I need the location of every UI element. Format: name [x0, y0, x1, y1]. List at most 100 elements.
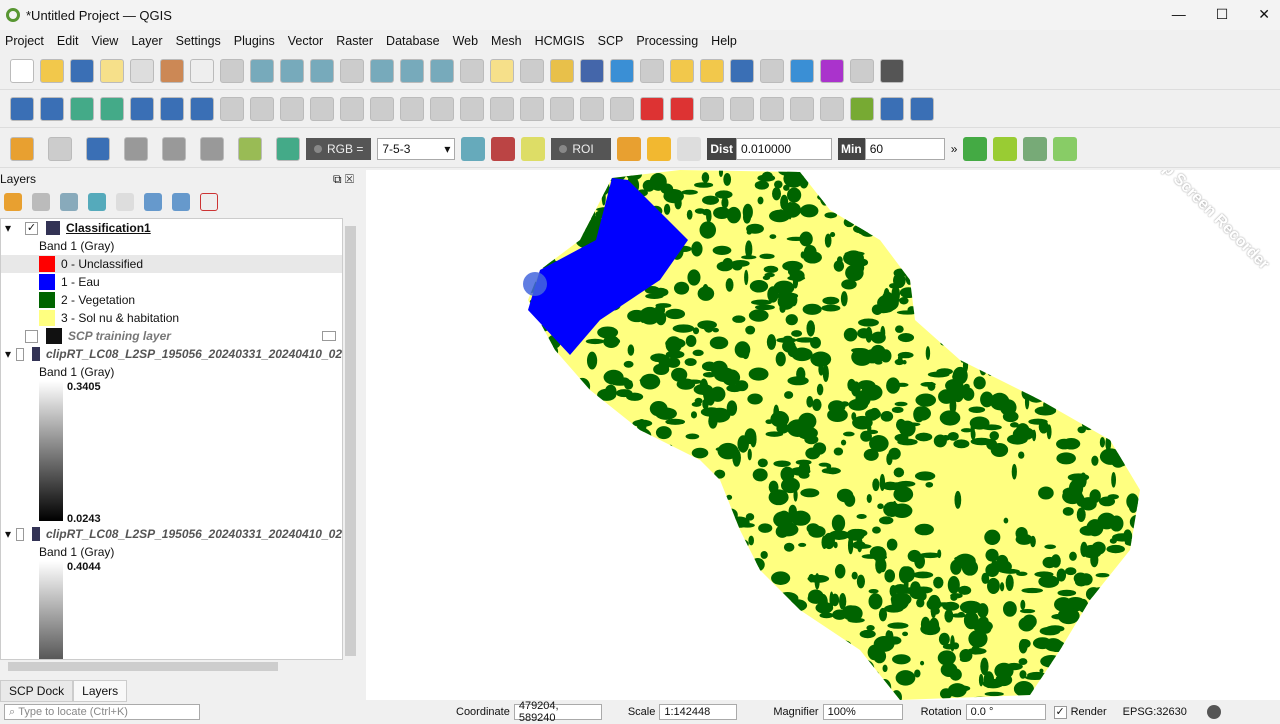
label-change-icon[interactable] — [790, 96, 814, 121]
expression-filter-icon[interactable] — [116, 193, 134, 211]
layer-checkbox[interactable] — [25, 329, 38, 343]
redo-icon[interactable] — [550, 96, 574, 121]
layer-clip-2[interactable]: ▾ clipRT_LC08_L2SP_195056_20240331_202404… — [1, 525, 342, 543]
scp-leaf-icon[interactable] — [993, 136, 1018, 161]
table-icon[interactable] — [850, 58, 874, 83]
label-rotate-icon[interactable] — [760, 96, 784, 121]
zoom-next-icon[interactable] — [460, 58, 484, 83]
band-set-icon[interactable] — [162, 136, 186, 161]
add-spatialite-icon[interactable] — [100, 96, 124, 121]
roi-polygon-icon[interactable] — [617, 136, 642, 161]
zoom-full-icon[interactable] — [310, 58, 334, 83]
redo-roi-icon[interactable] — [677, 136, 702, 161]
layer-classification1[interactable]: ▾ ✓ Classification1 — [1, 219, 342, 237]
min-input[interactable]: 60 — [864, 137, 945, 160]
horizontal-scrollbar[interactable] — [0, 660, 344, 673]
zoom-layer-icon[interactable] — [370, 58, 394, 83]
python-icon[interactable] — [880, 96, 904, 121]
add-vector-icon[interactable] — [10, 96, 34, 121]
select-location-icon[interactable] — [700, 58, 724, 83]
roi-toggle[interactable]: ROI — [551, 137, 612, 160]
save-edits-icon[interactable] — [280, 96, 304, 121]
zoom-roi-icon[interactable] — [521, 136, 546, 161]
map-tips-icon[interactable] — [580, 58, 604, 83]
crs-button[interactable]: EPSG:32630 — [1123, 706, 1187, 718]
style-icon[interactable] — [4, 193, 22, 211]
scp-pencil-icon[interactable] — [10, 136, 34, 161]
rotation-input[interactable]: 0.0 ° — [965, 704, 1046, 720]
show-bookmarks-icon[interactable] — [520, 58, 544, 83]
scp-shield-icon[interactable] — [48, 136, 72, 161]
digitize-icon[interactable] — [250, 96, 274, 121]
visibility-icon[interactable] — [60, 193, 78, 211]
scp-home-icon[interactable] — [238, 136, 262, 161]
attributes-icon[interactable] — [760, 58, 784, 83]
print-layout-icon[interactable] — [100, 58, 124, 83]
move-feature-icon[interactable] — [340, 96, 364, 121]
menu-view[interactable]: View — [91, 34, 118, 48]
identify-icon[interactable] — [730, 58, 754, 83]
locator-input[interactable]: ⌕ Type to locate (Ctrl+K) — [4, 704, 200, 720]
menu-project[interactable]: Project — [5, 34, 44, 48]
minimize-button[interactable]: — — [1172, 6, 1186, 23]
scp-preview-icon[interactable] — [963, 136, 988, 161]
magnifier-input[interactable]: 100% — [822, 704, 903, 720]
add-delimited-icon[interactable] — [70, 96, 94, 121]
settings-icon[interactable] — [790, 58, 814, 83]
menu-settings[interactable]: Settings — [176, 34, 221, 48]
scp-plugin-icon[interactable] — [1023, 136, 1048, 161]
label-highlight-icon[interactable] — [640, 96, 664, 121]
menu-processing[interactable]: Processing — [636, 34, 698, 48]
add-roi-icon[interactable] — [647, 136, 672, 161]
zoom-selection-icon[interactable] — [340, 58, 364, 83]
new-project-icon[interactable] — [10, 58, 34, 83]
add-wms-icon[interactable] — [130, 96, 154, 121]
zoom-last-icon[interactable] — [430, 58, 454, 83]
maximize-button[interactable]: ☐ — [1216, 6, 1229, 23]
open-project-icon[interactable] — [40, 58, 64, 83]
layer-checkbox[interactable]: ✓ — [25, 221, 38, 235]
zoom-native-icon[interactable] — [400, 58, 424, 83]
download-icon[interactable] — [200, 136, 224, 161]
menu-hcmgis[interactable]: HCMGIS — [535, 34, 585, 48]
tab-layers[interactable]: Layers — [73, 680, 128, 702]
label-show-icon[interactable] — [700, 96, 724, 121]
menu-edit[interactable]: Edit — [57, 34, 79, 48]
deselect-icon[interactable] — [670, 58, 694, 83]
messages-icon[interactable] — [1206, 705, 1221, 719]
menu-plugins[interactable]: Plugins — [234, 34, 275, 48]
delete-icon[interactable] — [400, 96, 424, 121]
menu-database[interactable]: Database — [386, 34, 440, 48]
add-wcs-icon[interactable] — [160, 96, 184, 121]
dist-input[interactable]: 0.010000 — [736, 137, 833, 160]
help-icon[interactable] — [910, 96, 934, 121]
close-button[interactable]: ✕ — [1258, 6, 1270, 23]
add-wfs-icon[interactable] — [190, 96, 214, 121]
menu-vector[interactable]: Vector — [288, 34, 323, 48]
select-icon[interactable] — [640, 58, 664, 83]
sum-icon[interactable] — [820, 58, 844, 83]
zoom-out-icon[interactable] — [280, 58, 304, 83]
coordinate-input[interactable]: 479204, 589240 — [513, 700, 602, 724]
zoom-preview-icon[interactable] — [276, 136, 300, 161]
rgb-toggle[interactable]: RGB = — [306, 137, 372, 160]
scp-update-icon[interactable] — [1053, 136, 1078, 161]
layer-scp-training[interactable]: SCP training layer — [1, 327, 342, 345]
collapse-all-icon[interactable] — [172, 193, 190, 211]
menu-raster[interactable]: Raster — [336, 34, 373, 48]
band-calc-icon[interactable] — [124, 136, 148, 161]
memory-layer-icon[interactable] — [322, 331, 336, 341]
zoom-in-icon[interactable] — [250, 58, 274, 83]
label-icon[interactable] — [580, 96, 604, 121]
remove-layer-icon[interactable] — [200, 193, 218, 211]
expand-all-icon[interactable] — [144, 193, 162, 211]
add-raster-icon[interactable] — [40, 96, 64, 121]
menu-mesh[interactable]: Mesh — [491, 34, 522, 48]
tab-scp-dock[interactable]: SCP Dock — [0, 680, 74, 702]
vertical-scrollbar[interactable] — [344, 218, 357, 660]
new-bookmark-icon[interactable] — [490, 58, 514, 83]
panel-close-icon[interactable]: ⧉ ☒ — [333, 172, 354, 187]
label-abc-icon[interactable] — [670, 96, 694, 121]
stretch-stddev-icon[interactable] — [491, 136, 516, 161]
label-pin-icon[interactable] — [610, 96, 634, 121]
